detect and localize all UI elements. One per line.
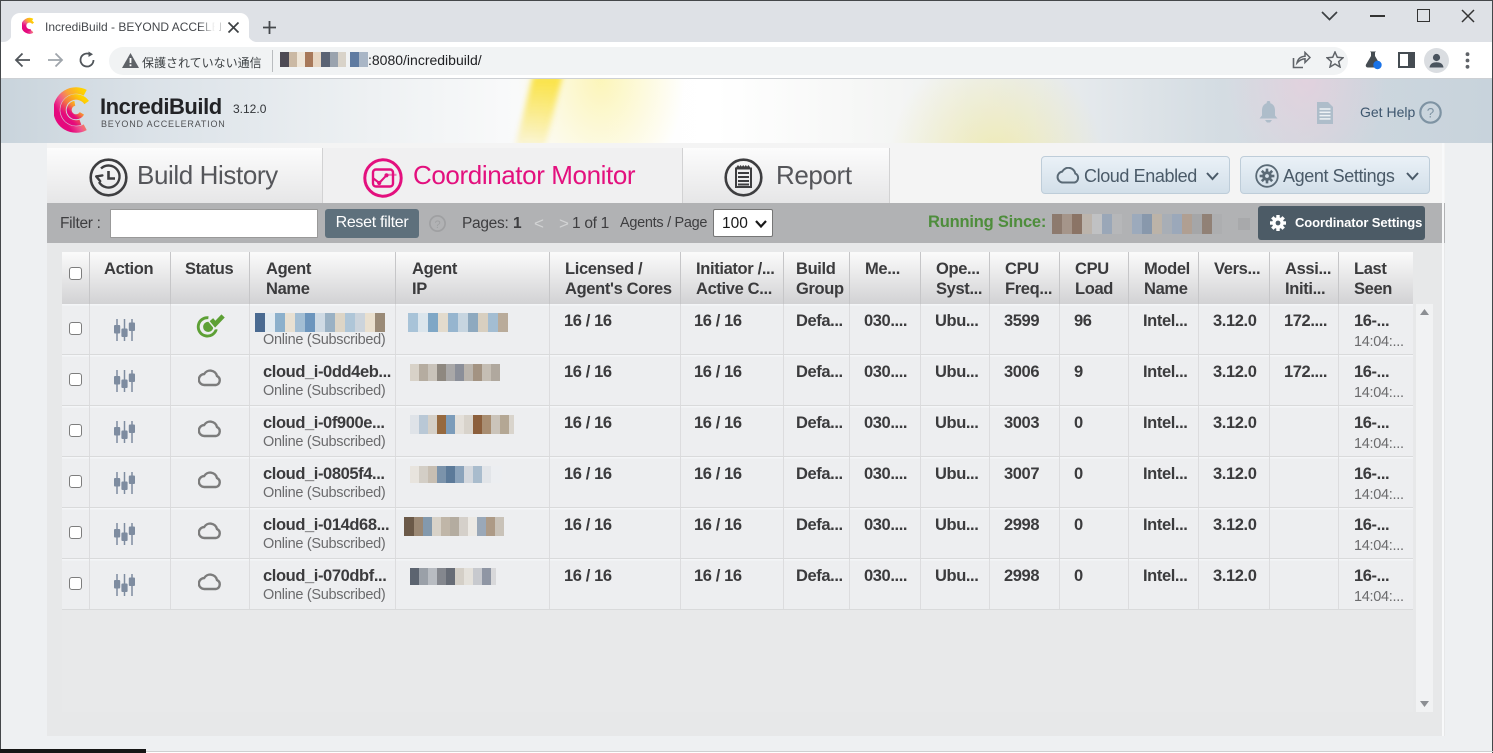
svg-text:?: ? [434,219,440,231]
svg-text:?: ? [1427,106,1435,121]
